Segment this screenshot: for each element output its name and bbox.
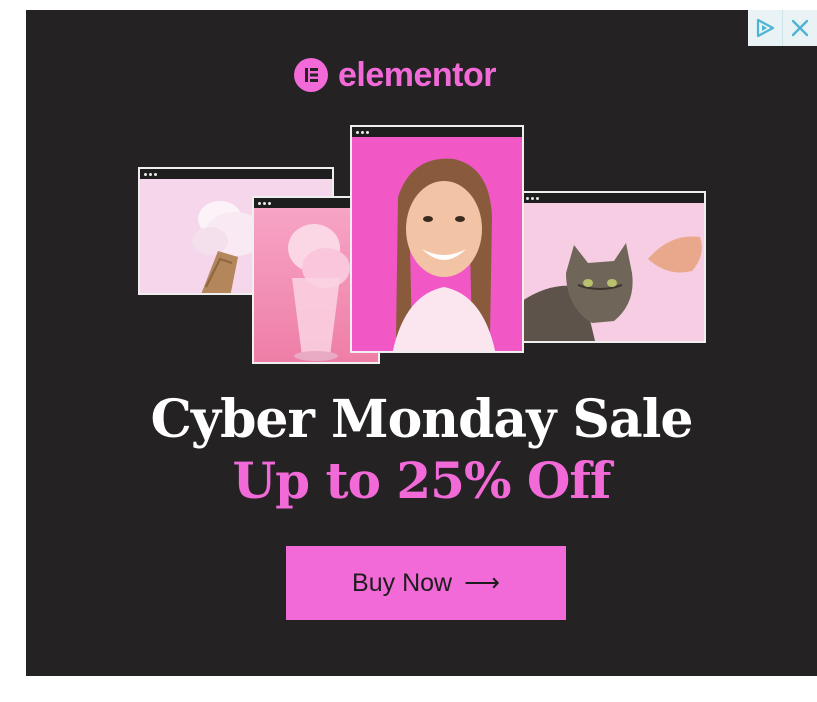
preview-window-cat — [520, 191, 706, 343]
close-ad-button[interactable] — [782, 10, 817, 46]
preview-window-portrait — [350, 125, 524, 353]
headline-discount: Up to 25% Off — [232, 451, 612, 510]
brand-lockup[interactable]: elementor — [294, 56, 497, 94]
adchoices-triangle-icon — [756, 18, 775, 38]
portrait-photo — [352, 137, 522, 351]
window-titlebar — [140, 169, 332, 179]
window-titlebar — [522, 193, 704, 203]
cat-photo — [522, 203, 704, 341]
close-icon — [791, 19, 809, 37]
adchoices-button[interactable] — [748, 10, 782, 46]
elementor-logo-icon — [294, 58, 328, 92]
arrow-right-icon: ⟶ — [464, 569, 500, 597]
brand-name: elementor — [338, 56, 497, 94]
buy-now-button[interactable]: Buy Now ⟶ — [286, 546, 566, 620]
adchoices-bar — [748, 10, 817, 46]
headline-sale: Cyber Monday Sale — [150, 389, 693, 450]
window-titlebar — [352, 127, 522, 137]
buy-now-label: Buy Now — [352, 568, 453, 597]
advertisement-banner[interactable]: elementor Cyber Monday Sale Up to 25% Of… — [26, 10, 817, 676]
